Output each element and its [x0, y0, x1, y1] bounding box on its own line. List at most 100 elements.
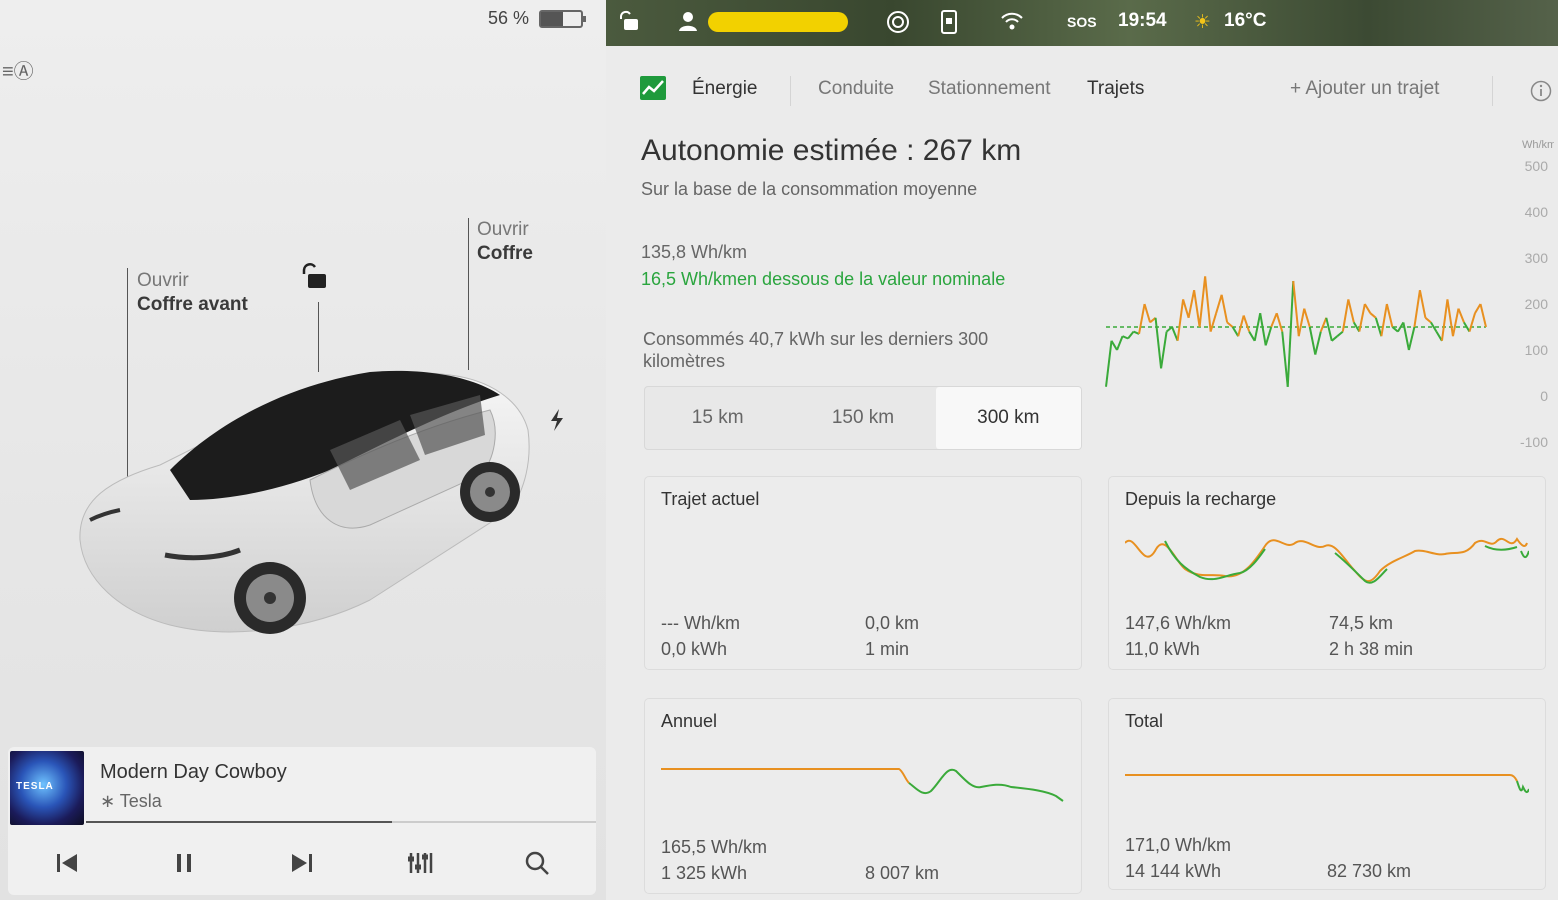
card-consumption: 165,5 Wh/km	[661, 837, 768, 857]
card-title: Annuel	[661, 711, 718, 731]
series-segment	[1182, 299, 1190, 319]
bluetooth-icon: ∗	[100, 791, 120, 811]
segment-15km[interactable]: 15 km	[645, 387, 790, 449]
battery-percent: 56 %	[488, 8, 530, 28]
trunk-label-line2: Coffre	[477, 243, 533, 264]
series-segment	[1418, 290, 1427, 318]
unlock-status-icon[interactable]	[618, 10, 640, 38]
segment-150km[interactable]: 150 km	[790, 387, 935, 449]
series-segment	[1237, 315, 1245, 337]
previous-icon	[56, 854, 77, 872]
driver-name-redacted[interactable]	[708, 12, 848, 32]
series-segment	[1413, 290, 1421, 328]
vehicle-panel: 56 % ≡Ⓐ Ouvrir Coffre avant Ouvrir Coffr…	[0, 0, 606, 900]
car-image	[79, 370, 530, 634]
series-segment	[1204, 276, 1212, 332]
card-energy: 11,0 kWh	[1125, 639, 1200, 659]
tab-trips[interactable]: Trajets	[1087, 78, 1144, 100]
range-estimate-subtitle: Sur la base de la consommation moyenne	[641, 179, 978, 199]
series-segment	[1358, 303, 1366, 332]
card-since-charge[interactable]: Depuis la recharge 147,6 Wh/km 11,0 kWh …	[1108, 476, 1546, 670]
series-segment	[1127, 330, 1135, 340]
sentry-mode-icon[interactable]	[886, 10, 910, 40]
card-distance: 8 007 km	[865, 863, 940, 883]
series-segment	[1479, 303, 1487, 328]
card-energy: 1 325 kWh	[661, 863, 748, 883]
segment-300km[interactable]: 300 km	[935, 387, 1081, 449]
y-tick-label: 500	[1525, 158, 1549, 174]
album-art[interactable]: TESLA	[10, 751, 84, 825]
tab-energy[interactable]: Énergie	[692, 78, 758, 100]
series-segment	[1292, 280, 1300, 337]
series-segment	[1314, 331, 1322, 355]
series-segment	[1468, 312, 1476, 332]
series-segment	[1242, 315, 1251, 332]
frunk-label-line1: Ouvrir	[137, 270, 189, 291]
equalizer-icon	[407, 853, 432, 873]
annual-sparkline	[661, 768, 1064, 802]
sos-button[interactable]: SOS	[1067, 14, 1097, 30]
pause-button[interactable]	[164, 843, 204, 883]
playback-progress-bar[interactable]	[86, 821, 596, 823]
series-segment	[1248, 331, 1256, 342]
open-frunk-button[interactable]: Ouvrir Coffre avant	[137, 269, 248, 317]
sos-label: SOS	[1067, 14, 1097, 30]
equalizer-button[interactable]	[400, 843, 440, 883]
trunk-callout-line	[468, 218, 469, 370]
info-icon[interactable]	[1530, 80, 1552, 107]
unlock-icon[interactable]	[300, 262, 330, 295]
series-segment	[1176, 299, 1185, 341]
card-consumption: 171,0 Wh/km	[1125, 835, 1232, 855]
series-segment	[1198, 276, 1207, 328]
charge-port-icon[interactable]	[548, 408, 566, 437]
series-segment	[1110, 340, 1118, 351]
energy-chart-icon	[640, 76, 666, 100]
card-energy: 14 144 kWh	[1125, 861, 1222, 881]
open-trunk-button[interactable]: Ouvrir Coffre	[477, 218, 533, 266]
card-current-trip[interactable]: Trajet actuel --- Wh/km 0,0 kWh 0,0 km 1…	[644, 476, 1082, 670]
add-trip-button[interactable]: + Ajouter un trajet	[1290, 78, 1439, 100]
card-title: Depuis la recharge	[1125, 489, 1277, 509]
phone-key-icon[interactable]	[940, 10, 958, 40]
series-segment	[1105, 340, 1113, 387]
tab-bar: Énergie Conduite Stationnement Trajets +…	[606, 46, 1558, 132]
outside-temperature: 16°C	[1224, 10, 1267, 31]
series-segment	[1171, 326, 1179, 342]
y-tick-label: 400	[1525, 204, 1549, 220]
wifi-icon[interactable]	[1000, 10, 1024, 38]
tab-driving[interactable]: Conduite	[818, 78, 894, 100]
search-button[interactable]	[517, 843, 557, 883]
next-icon	[291, 854, 312, 872]
series-segment	[1451, 308, 1460, 337]
card-distance: 0,0 km	[865, 613, 920, 633]
series-segment	[1457, 308, 1465, 323]
energy-app: Énergie Conduite Stationnement Trajets +…	[606, 46, 1558, 900]
driver-profile-icon[interactable]	[678, 10, 702, 38]
previous-track-button[interactable]	[47, 843, 87, 883]
next-track-button[interactable]	[282, 843, 322, 883]
series-segment	[1303, 308, 1311, 328]
y-tick-label: 100	[1525, 342, 1549, 358]
auto-headlights-icon[interactable]: ≡Ⓐ	[2, 55, 34, 84]
tab-parking[interactable]: Stationnement	[928, 78, 1051, 100]
song-source: ∗ Tesla	[100, 791, 162, 812]
pause-icon	[177, 854, 192, 872]
clock: 19:54	[1118, 10, 1167, 31]
series-segment	[1231, 326, 1240, 337]
card-annual[interactable]: Annuel 165,5 Wh/km 1 325 kWh 8 007 km	[644, 698, 1082, 894]
battery-icon	[539, 9, 587, 28]
sun-icon: ☀	[1194, 12, 1212, 33]
card-energy: 0,0 kWh	[661, 639, 728, 659]
series-segment	[1331, 335, 1338, 342]
series-segment	[1424, 317, 1432, 324]
series-segment	[1259, 313, 1267, 346]
tab-divider	[790, 76, 791, 106]
trunk-label-line1: Ouvrir	[477, 219, 529, 240]
series-segment	[1440, 299, 1449, 341]
range-estimate-title: Autonomie estimée : 267 km	[641, 134, 1022, 167]
card-total[interactable]: Total 171,0 Wh/km 14 144 kWh 82 730 km	[1108, 698, 1546, 890]
card-title: Total	[1125, 711, 1164, 731]
since-charge-sparkline	[1125, 537, 1529, 584]
card-consumption: --- Wh/km	[661, 613, 740, 633]
series-segment	[1209, 312, 1218, 332]
